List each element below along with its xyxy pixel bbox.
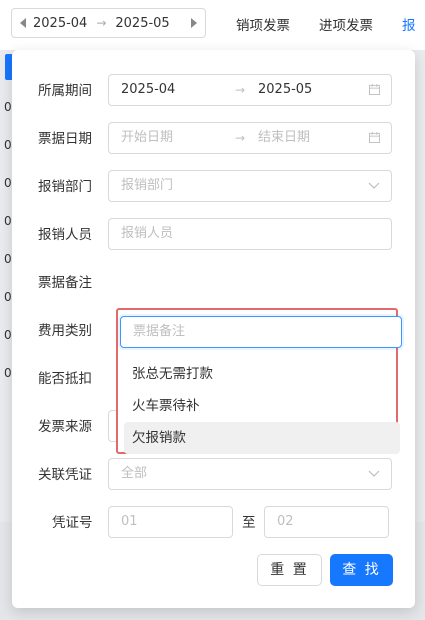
department-label: 报销部门 (38, 179, 92, 195)
table-cell: 0 (4, 290, 12, 304)
invoice-source-label: 发票来源 (38, 419, 92, 435)
voucher-no-from-placeholder: 01 (121, 514, 138, 529)
search-button[interactable]: 查 找 (330, 554, 393, 586)
voucher-no-label: 凭证号 (52, 515, 93, 531)
table-cell: 0 (4, 176, 12, 190)
top-bar: 2025-04 → 2025-05 销项发票 进项发票 报 (0, 0, 425, 50)
chevron-down-icon (368, 182, 380, 189)
tab-reimbursement[interactable]: 报 (402, 14, 416, 34)
bill-date-start[interactable]: 开始日期 (121, 123, 173, 153)
linked-voucher-label: 关联凭证 (38, 467, 92, 483)
remark-input[interactable]: 票据备注 (120, 316, 402, 348)
linked-voucher-select[interactable]: 全部 (108, 458, 392, 490)
table-cell: 0 (4, 138, 12, 152)
remark-placeholder: 票据备注 (133, 324, 186, 339)
bill-date-range-input[interactable]: 开始日期 → 结束日期 (108, 122, 392, 154)
voucher-no-to-input[interactable]: 02 (264, 506, 389, 538)
filter-row-bill-date: 票据日期 开始日期 → 结束日期 (12, 122, 415, 156)
filter-row-person: 报销人员 报销人员 (12, 218, 415, 252)
table-cell: 0 (4, 366, 12, 380)
filter-panel: 所属期间 2025-04 → 2025-05 票据日期 开始日期 → 结束日期 … (12, 50, 415, 608)
period-label: 所属期间 (38, 83, 92, 99)
remark-option[interactable]: 火车票待补 (124, 390, 404, 422)
table-cell: 0 (4, 328, 12, 342)
prev-period-icon[interactable] (20, 18, 26, 28)
tab-purchase-invoices[interactable]: 进项发票 (319, 14, 373, 34)
next-period-icon[interactable] (191, 18, 197, 28)
voucher-no-to-label: 至 (242, 515, 256, 531)
chevron-down-icon (368, 470, 380, 477)
filter-row-period: 所属期间 2025-04 → 2025-05 (12, 74, 415, 108)
remark-label: 票据备注 (38, 275, 92, 291)
calendar-icon (369, 132, 380, 143)
person-placeholder: 报销人员 (121, 226, 174, 241)
voucher-no-from-input[interactable]: 01 (108, 506, 233, 538)
filter-row-remark: 票据备注 (12, 266, 415, 300)
filter-row-linked-voucher: 关联凭证 全部 (12, 458, 415, 492)
remark-option-highlighted[interactable]: 欠报销款 (124, 422, 400, 454)
range-arrow-icon: → (235, 83, 246, 97)
expense-type-label: 费用类别 (38, 323, 92, 339)
department-select[interactable]: 报销部门 (108, 170, 392, 202)
person-label: 报销人员 (38, 227, 92, 243)
table-cell: 0 (4, 100, 12, 114)
remark-autocomplete-dropdown: 票据备注 张总无需打款 火车票待补 欠报销款 (116, 308, 402, 454)
invoice-tabs: 销项发票 进项发票 报 (236, 14, 425, 34)
calendar-icon (369, 84, 380, 95)
deductible-label: 能否抵扣 (38, 371, 92, 387)
table-cell: 0 (4, 252, 12, 266)
person-input[interactable]: 报销人员 (108, 218, 392, 250)
bill-date-end[interactable]: 结束日期 (258, 123, 310, 153)
table-cell: 0 (4, 214, 12, 228)
voucher-no-to-placeholder: 02 (277, 514, 294, 529)
reset-button[interactable]: 重 置 (257, 554, 322, 586)
filter-row-department: 报销部门 报销部门 (12, 170, 415, 204)
remark-option[interactable]: 张总无需打款 (124, 358, 404, 390)
filter-row-voucher-no: 凭证号 01 至 02 (12, 506, 415, 540)
period-end-value: 2025-05 (115, 15, 170, 31)
bill-date-label: 票据日期 (38, 131, 92, 147)
period-range-picker[interactable]: 2025-04 → 2025-05 (11, 8, 206, 38)
period-range-input[interactable]: 2025-04 → 2025-05 (108, 74, 392, 106)
department-placeholder: 报销部门 (121, 178, 174, 193)
linked-voucher-value: 全部 (121, 466, 148, 481)
range-arrow-icon: → (235, 131, 246, 145)
range-arrow-icon: → (96, 16, 107, 30)
period-start-value: 2025-04 (33, 15, 88, 31)
tab-sales-invoices[interactable]: 销项发票 (236, 14, 290, 34)
period-end[interactable]: 2025-05 (258, 75, 312, 105)
period-start[interactable]: 2025-04 (121, 75, 175, 105)
background-table-column: 0 0 0 0 0 0 0 0 (0, 50, 12, 520)
